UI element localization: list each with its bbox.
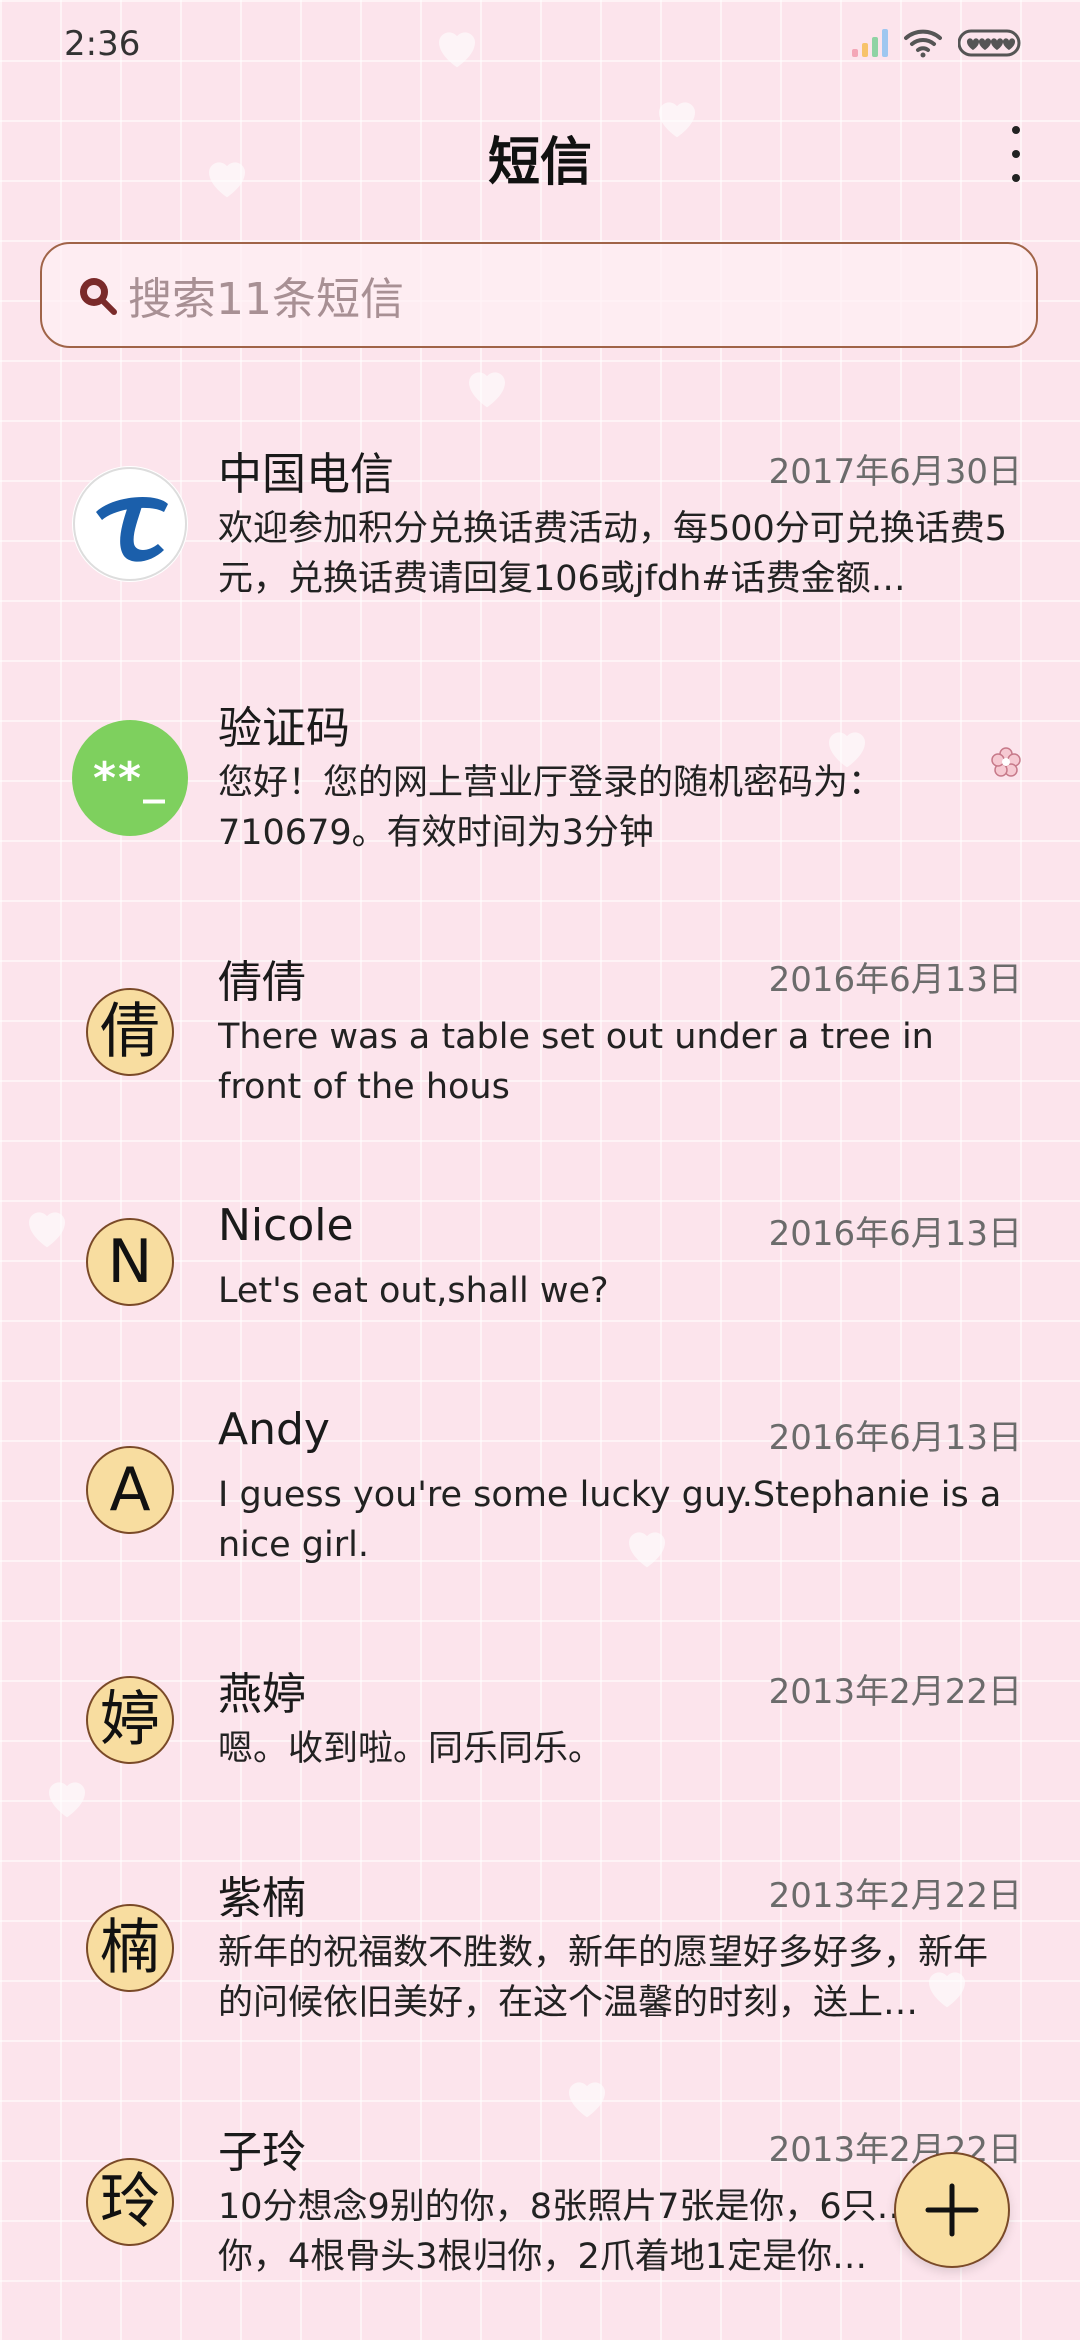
telecom-logo-icon	[73, 467, 187, 581]
conversation-row[interactable]: N Nicole 2016年6月13日 Let's eat out,shall …	[0, 1200, 1080, 1350]
message-date: 2016年6月13日	[768, 1418, 1022, 1458]
plus-icon	[925, 2183, 979, 2237]
compose-button[interactable]	[894, 2152, 1010, 2268]
avatar: 玲	[86, 2158, 174, 2246]
message-date: 2013年2月22日	[768, 1876, 1022, 1916]
contact-name: 紫楠	[218, 1873, 306, 1924]
conversation-row[interactable]: 中国电信 2017年6月30日 欢迎参加积分兑换话费活动，每500分可兑换话费5…	[0, 438, 1080, 628]
conversation-row[interactable]: 楠 紫楠 2013年2月22日 新年的祝福数不胜数，新年的愿望好多好多，新年的问…	[0, 1862, 1080, 2052]
avatar: **_	[72, 720, 188, 836]
avatar: 倩	[86, 988, 174, 1076]
conversation-row[interactable]: **_ 验证码 您好！您的网上营业厅登录的随机密码为：710679。有效时间为3…	[0, 692, 1080, 882]
avatar-text: 倩	[100, 997, 160, 1067]
avatar-text: **_	[92, 752, 168, 804]
message-date: 2017年6月30日	[768, 452, 1022, 492]
contact-name: 子玲	[218, 2127, 306, 2178]
contact-name: 中国电信	[218, 449, 394, 500]
conversation-row[interactable]: 婷 燕婷 2013年2月22日 嗯。收到啦。同乐同乐。	[0, 1658, 1080, 1808]
avatar: 楠	[86, 1904, 174, 1992]
message-preview: Let's eat out,shall we?	[218, 1271, 609, 1311]
contact-name: 倩倩	[218, 957, 306, 1008]
message-preview: 欢迎参加积分兑换话费活动，每500分可兑换话费5元，兑换话费请回复106或jfd…	[218, 509, 1008, 599]
message-preview: There was a table set out under a tree i…	[218, 1017, 934, 1107]
avatar-text: 婷	[100, 1685, 160, 1755]
avatar: N	[86, 1218, 174, 1306]
conversation-list: 中国电信 2017年6月30日 欢迎参加积分兑换话费活动，每500分可兑换话费5…	[0, 0, 1080, 2340]
contact-name: 燕婷	[218, 1669, 306, 1720]
contact-name: Nicole	[218, 1200, 354, 1251]
avatar-text: 玲	[100, 2167, 160, 2237]
message-preview: I guess you're some lucky guy.Stephanie …	[218, 1475, 1002, 1565]
message-date: 2016年6月13日	[768, 960, 1022, 1000]
avatar-text: N	[107, 1227, 153, 1297]
conversation-row[interactable]: 倩 倩倩 2016年6月13日 There was a table set ou…	[0, 946, 1080, 1136]
message-preview: 新年的祝福数不胜数，新年的愿望好多好多，新年的问候依旧美好，在这个温馨的时刻，送…	[218, 1933, 989, 2023]
message-date: 2016年6月13日	[768, 1214, 1022, 1254]
message-preview: 嗯。收到啦。同乐同乐。	[218, 1729, 604, 1769]
avatar-text: A	[109, 1455, 151, 1525]
message-preview: 您好！您的网上营业厅登录的随机密码为：710679。有效时间为3分钟	[218, 763, 884, 853]
avatar: 婷	[86, 1676, 174, 1764]
china-telecom-logo	[72, 466, 188, 582]
contact-name: 验证码	[218, 703, 350, 754]
avatar-text: 楠	[100, 1913, 160, 1983]
conversation-row[interactable]: A Andy 2016年6月13日 I guess you're some lu…	[0, 1404, 1080, 1594]
message-date: 2013年2月22日	[768, 1672, 1022, 1712]
avatar: A	[86, 1446, 174, 1534]
contact-name: Andy	[218, 1404, 330, 1455]
